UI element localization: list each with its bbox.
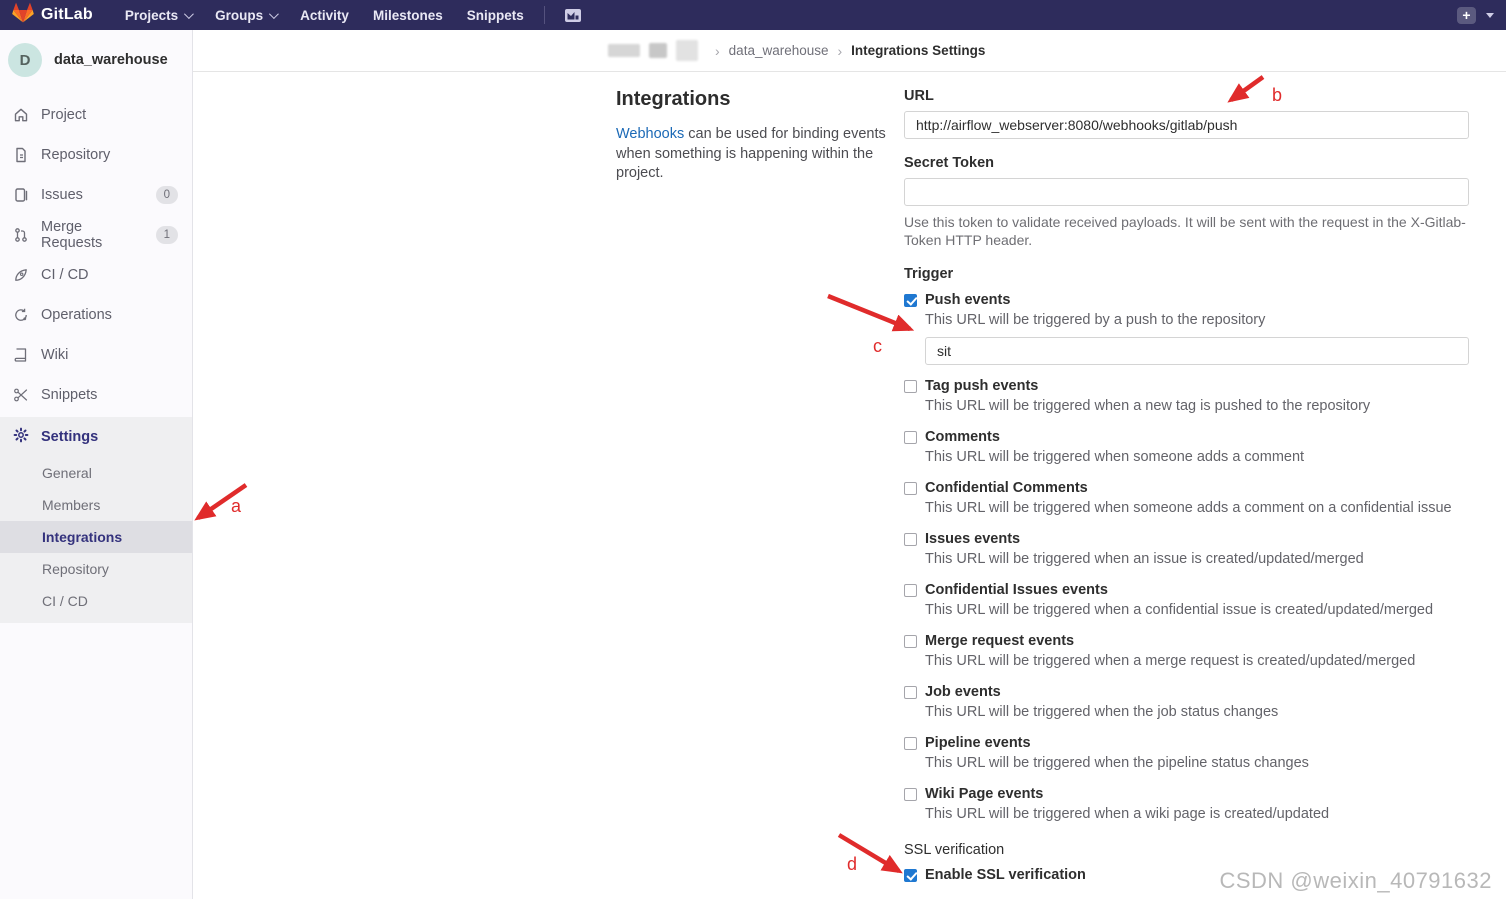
brand-name: GitLab	[41, 6, 93, 23]
trigger-job-events: Job events This URL will be triggered wh…	[904, 683, 1469, 722]
chevron-down-icon[interactable]	[1486, 12, 1494, 18]
sidebar-item-settings[interactable]: Settings	[0, 417, 192, 457]
sidebar-subitem-general[interactable]: General	[0, 457, 192, 489]
chevron-down-icon	[269, 8, 280, 19]
nav-projects[interactable]: Projects	[115, 3, 201, 28]
enable-ssl-checkbox[interactable]	[904, 868, 917, 882]
merge-requests-count-badge: 1	[155, 226, 178, 244]
sidebar-subitem-repository[interactable]: Repository	[0, 553, 192, 585]
sidebar-item-merge-requests[interactable]: Merge Requests 1	[0, 215, 192, 255]
redacted-block	[608, 44, 640, 57]
trigger-comments: Comments This URL will be triggered when…	[904, 428, 1469, 467]
tag-push-events-checkbox[interactable]	[904, 379, 917, 393]
job-events-checkbox[interactable]	[904, 685, 917, 699]
trigger-confidential-comments: Confidential Comments This URL will be t…	[904, 479, 1469, 518]
nav-divider	[543, 6, 545, 24]
sidebar-item-project[interactable]: Project	[0, 95, 192, 135]
breadcrumb-bar: › data_warehouse › Integrations Settings	[193, 30, 1506, 72]
navbar-right: +	[1457, 6, 1494, 24]
chevron-down-icon	[184, 8, 195, 19]
file-icon	[13, 147, 29, 163]
trigger-confidential-issues-events: Confidential Issues events This URL will…	[904, 581, 1469, 620]
trigger-label: Trigger	[904, 265, 954, 282]
page-title: Integrations	[616, 88, 731, 110]
sidebar-item-ci-cd[interactable]: CI / CD	[0, 255, 192, 295]
project-header[interactable]: D data_warehouse	[0, 30, 192, 95]
sidebar-item-operations[interactable]: Operations	[0, 295, 192, 335]
sidebar-subitem-members[interactable]: Members	[0, 489, 192, 521]
project-name: data_warehouse	[54, 52, 168, 68]
secret-token-help: Use this token to validate received payl…	[904, 214, 1466, 249]
breadcrumb-current: Integrations Settings	[851, 43, 986, 58]
redacted-block	[676, 40, 698, 61]
trigger-push-events: Push events This URL will be triggered b…	[904, 291, 1469, 365]
gear-icon	[13, 427, 29, 447]
issues-icon	[13, 187, 29, 203]
wiki-page-events-checkbox[interactable]	[904, 787, 917, 801]
push-events-branch-filter-input[interactable]	[925, 336, 1469, 365]
trigger-merge-request-events: Merge request events This URL will be tr…	[904, 632, 1469, 671]
top-navbar: GitLab Projects Groups Activity Mileston…	[0, 0, 1506, 30]
new-plus-button[interactable]: +	[1457, 6, 1476, 24]
sidebar-item-repository[interactable]: Repository	[0, 135, 192, 175]
pipeline-events-checkbox[interactable]	[904, 736, 917, 750]
redacted-block	[649, 43, 667, 58]
main-content: › data_warehouse › Integrations Settings…	[193, 30, 1506, 899]
home-icon	[13, 107, 29, 123]
trigger-wiki-page-events: Wiki Page events This URL will be trigge…	[904, 785, 1469, 824]
merge-request-events-checkbox[interactable]	[904, 634, 917, 648]
url-label: URL	[904, 88, 934, 104]
page-description: Webhooks can be used for binding events …	[616, 126, 886, 182]
webhook-form: URL Secret Token Use this token to valid…	[904, 88, 1469, 899]
trigger-issues-events: Issues events This URL will be triggered…	[904, 530, 1469, 569]
nav-snippets[interactable]: Snippets	[457, 3, 534, 28]
merge-request-icon	[13, 227, 29, 243]
sidebar-subitem-integrations[interactable]: Integrations	[0, 521, 192, 553]
page: GitLab Projects Groups Activity Mileston…	[0, 0, 1506, 899]
comments-checkbox[interactable]	[904, 430, 917, 444]
operations-icon	[13, 307, 29, 323]
push-events-checkbox[interactable]	[904, 293, 917, 307]
nav-groups[interactable]: Groups	[205, 3, 286, 28]
trigger-tag-push-events: Tag push events This URL will be trigger…	[904, 377, 1469, 416]
issues-count-badge: 0	[155, 186, 178, 204]
nav-activity[interactable]: Activity	[290, 3, 359, 28]
project-avatar: D	[8, 43, 42, 77]
confidential-comments-checkbox[interactable]	[904, 481, 917, 495]
ssl-verification-label: SSL verification	[904, 841, 1005, 858]
charts-icon[interactable]	[555, 4, 591, 27]
issues-events-checkbox[interactable]	[904, 532, 917, 546]
breadcrumb: › data_warehouse › Integrations Settings	[608, 40, 1477, 61]
project-sidebar: D data_warehouse Project Repository Issu…	[0, 30, 193, 899]
primary-nav: Projects Groups Activity Milestones Snip…	[115, 3, 534, 28]
nav-milestones[interactable]: Milestones	[363, 3, 453, 28]
confidential-issues-events-checkbox[interactable]	[904, 583, 917, 597]
webhooks-link[interactable]: Webhooks	[616, 126, 684, 142]
trigger-pipeline-events: Pipeline events This URL will be trigger…	[904, 734, 1469, 773]
csdn-watermark: CSDN @weixin_40791632	[1219, 868, 1492, 893]
book-icon	[13, 347, 29, 363]
gitlab-tanuki-logo-icon	[12, 2, 34, 28]
rocket-icon	[13, 267, 29, 283]
breadcrumb-project-link[interactable]: data_warehouse	[729, 43, 829, 58]
scissors-icon	[13, 387, 29, 403]
url-input[interactable]	[904, 111, 1469, 139]
gitlab-brand[interactable]: GitLab	[12, 2, 93, 28]
secret-token-input[interactable]	[904, 178, 1469, 206]
secret-token-label: Secret Token	[904, 155, 994, 171]
sidebar-subitem-ci-cd[interactable]: CI / CD	[0, 585, 192, 617]
sidebar-item-snippets[interactable]: Snippets	[0, 375, 192, 415]
settings-section: Settings General Members Integrations Re…	[0, 417, 192, 623]
sidebar-item-wiki[interactable]: Wiki	[0, 335, 192, 375]
sidebar-item-issues[interactable]: Issues 0	[0, 175, 192, 215]
